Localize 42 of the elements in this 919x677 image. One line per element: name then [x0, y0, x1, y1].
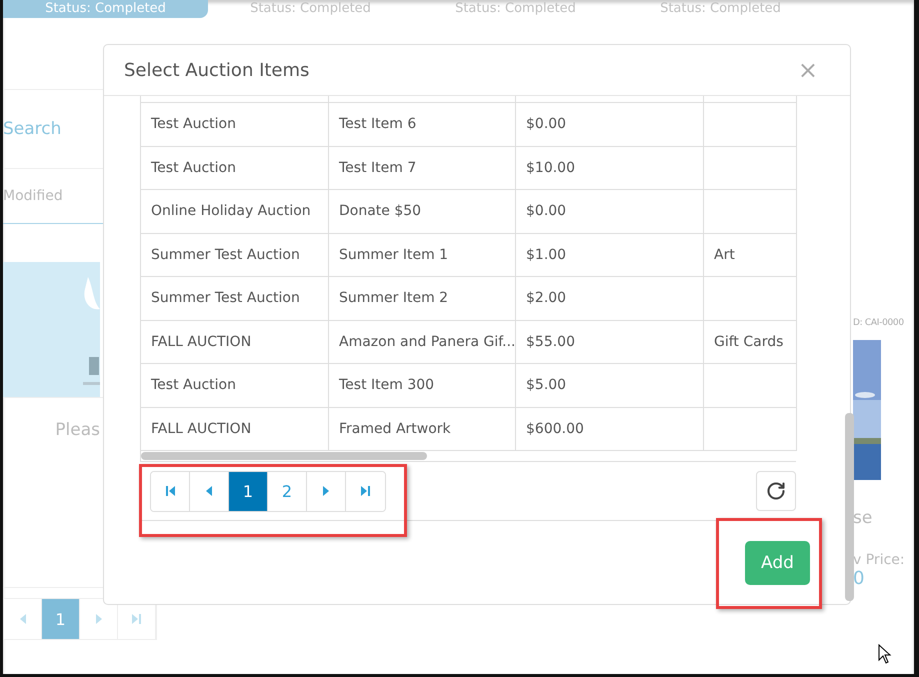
- table-cell: Online Holiday Auction: [141, 190, 329, 232]
- price-label: v Price:: [853, 552, 906, 568]
- table-cell: $600.00: [516, 408, 704, 450]
- table-cell: Art: [704, 234, 797, 276]
- price-value: 0: [853, 568, 866, 589]
- table-cell: Test Item 300: [329, 364, 516, 406]
- page-button[interactable]: 1: [42, 599, 80, 639]
- page-button[interactable]: 1: [229, 472, 268, 510]
- step-tab[interactable]: Status: Completed: [208, 0, 413, 18]
- table-cell: FALL AUCTION: [141, 408, 329, 450]
- step-tab[interactable]: Status: Completed: [413, 0, 618, 18]
- search-link[interactable]: Search: [3, 119, 62, 139]
- table-cell: Framed Artwork: [329, 408, 516, 450]
- step-tab[interactable]: Status: Completed: [3, 0, 208, 18]
- table-cell: Summer Test Auction: [141, 277, 329, 320]
- item-name: Pleas: [55, 420, 100, 440]
- table-cell: $10.00: [516, 146, 704, 189]
- table-cell: Test Item 6: [329, 103, 516, 146]
- table-cell: FALL AUCTION: [141, 320, 329, 363]
- item-id: D: CAI-0000: [853, 318, 905, 328]
- table-cell: Donate $50: [329, 190, 516, 232]
- table-cell: Test Auction: [141, 364, 329, 406]
- table-cell: Amazon and Panera Gif...: [329, 320, 516, 363]
- table-cell: $5.00: [516, 364, 704, 406]
- dialog-title: Select Auction Items: [124, 60, 310, 80]
- item-name: se: [853, 508, 874, 528]
- table-cell: Test Auction: [141, 146, 329, 189]
- table-cell: $1.00: [516, 234, 704, 276]
- step-tab[interactable]: Status: Completed: [618, 0, 823, 18]
- table-cell: $2.00: [516, 277, 704, 320]
- table-cell: Test Auction: [141, 103, 329, 146]
- table-cell: Summer Item 1: [329, 234, 516, 276]
- table-cell: $55.00: [516, 320, 704, 363]
- table-cell: $0.00: [516, 190, 704, 232]
- close-button[interactable]: ×: [798, 56, 818, 84]
- add-button[interactable]: Add: [745, 541, 810, 585]
- table-cell: $0.00: [516, 103, 704, 146]
- table-cell: Test Item 7: [329, 146, 516, 189]
- column-label: Modified: [3, 188, 63, 204]
- table-cell: Summer Test Auction: [141, 234, 329, 276]
- table-cell: Gift Cards: [704, 320, 797, 363]
- table-cell: Summer Item 2: [329, 277, 516, 320]
